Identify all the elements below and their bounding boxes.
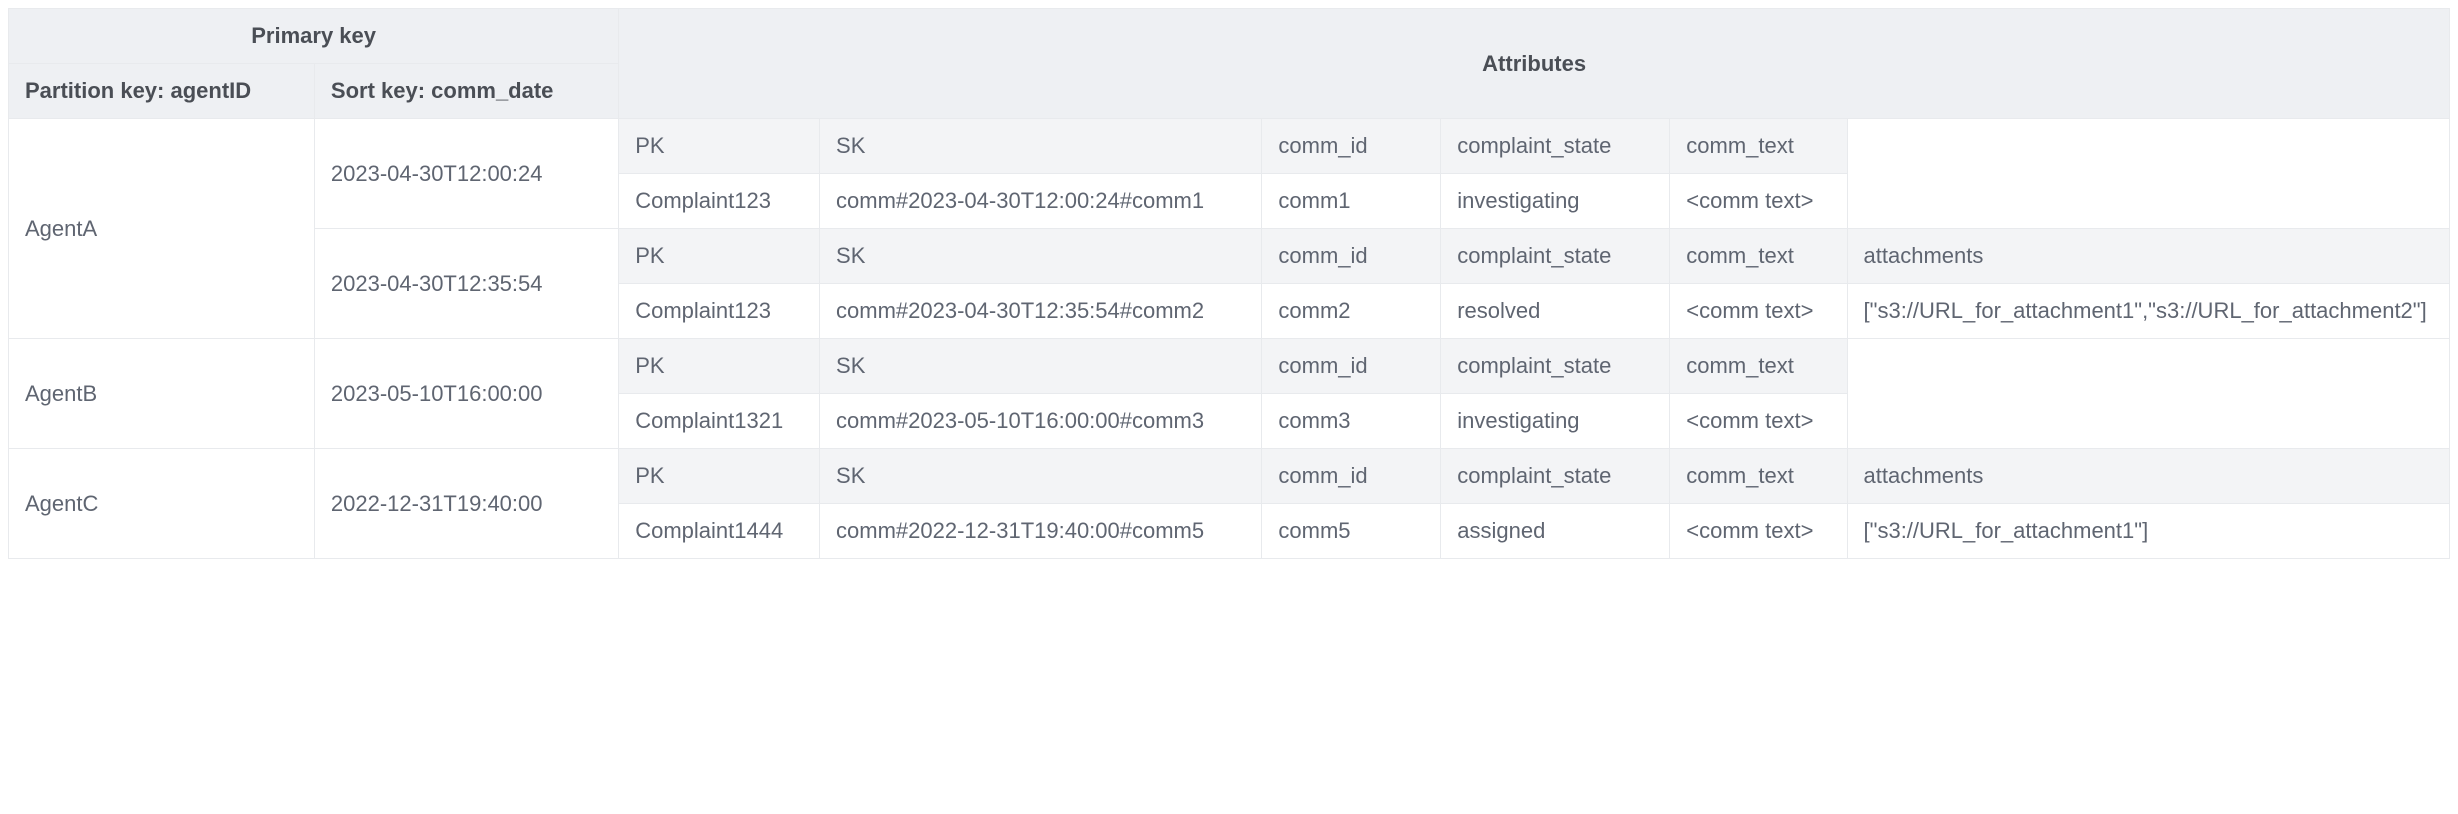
attr-attachments-empty [1847,119,2449,229]
attr-complaint-state: investigating [1441,174,1670,229]
attr-label-comm-text: comm_text [1670,229,1847,284]
attr-sk: comm#2022-12-31T19:40:00#comm5 [820,504,1262,559]
attr-label-sk: SK [820,229,1262,284]
sort-cell: 2023-05-10T16:00:00 [314,339,618,449]
table-row: AgentB 2023-05-10T16:00:00 PK SK comm_id… [9,339,2450,394]
attr-attachments: ["s3://URL_for_attachment1","s3://URL_fo… [1847,284,2449,339]
partition-cell: AgentC [9,449,315,559]
header-primary-key: Primary key [9,9,619,64]
attr-label-attachments: attachments [1847,449,2449,504]
attr-pk: Complaint123 [619,174,820,229]
header-attributes: Attributes [619,9,2450,119]
attr-label-pk: PK [619,119,820,174]
attr-label-comm-id: comm_id [1262,339,1441,394]
header-partition-key: Partition key: agentID [9,64,315,119]
attr-attachments: ["s3://URL_for_attachment1"] [1847,504,2449,559]
header-sort-key: Sort key: comm_date [314,64,618,119]
attr-comm-id: comm3 [1262,394,1441,449]
attr-complaint-state: investigating [1441,394,1670,449]
attr-complaint-state: assigned [1441,504,1670,559]
attr-complaint-state: resolved [1441,284,1670,339]
attr-comm-text: <comm text> [1670,394,1847,449]
attr-label-comm-text: comm_text [1670,449,1847,504]
attr-comm-id: comm1 [1262,174,1441,229]
table-row: AgentC 2022-12-31T19:40:00 PK SK comm_id… [9,449,2450,504]
attr-pk: Complaint123 [619,284,820,339]
attr-label-comm-text: comm_text [1670,119,1847,174]
partition-cell: AgentA [9,119,315,339]
sort-cell: 2022-12-31T19:40:00 [314,449,618,559]
attr-label-sk: SK [820,339,1262,394]
attr-label-comm-id: comm_id [1262,449,1441,504]
attr-pk: Complaint1444 [619,504,820,559]
attr-label-comm-text: comm_text [1670,339,1847,394]
attr-pk: Complaint1321 [619,394,820,449]
sort-cell: 2023-04-30T12:00:24 [314,119,618,229]
attr-comm-text: <comm text> [1670,284,1847,339]
attr-label-complaint-state: complaint_state [1441,449,1670,504]
header-row-1: Primary key Attributes [9,9,2450,64]
attr-label-comm-id: comm_id [1262,119,1441,174]
attr-comm-id: comm5 [1262,504,1441,559]
partition-cell: AgentB [9,339,315,449]
attr-attachments-empty [1847,339,2449,449]
attr-label-sk: SK [820,119,1262,174]
attr-label-attachments: attachments [1847,229,2449,284]
attr-sk: comm#2023-04-30T12:35:54#comm2 [820,284,1262,339]
attr-sk: comm#2023-04-30T12:00:24#comm1 [820,174,1262,229]
attr-label-complaint-state: complaint_state [1441,229,1670,284]
attr-comm-text: <comm text> [1670,174,1847,229]
attr-label-complaint-state: complaint_state [1441,339,1670,394]
attr-sk: comm#2023-05-10T16:00:00#comm3 [820,394,1262,449]
attr-comm-text: <comm text> [1670,504,1847,559]
sort-cell: 2023-04-30T12:35:54 [314,229,618,339]
attr-label-complaint-state: complaint_state [1441,119,1670,174]
attr-label-sk: SK [820,449,1262,504]
table-row: AgentA 2023-04-30T12:00:24 PK SK comm_id… [9,119,2450,174]
attr-comm-id: comm2 [1262,284,1441,339]
attr-label-pk: PK [619,449,820,504]
table-row: 2023-04-30T12:35:54 PK SK comm_id compla… [9,229,2450,284]
attr-label-comm-id: comm_id [1262,229,1441,284]
dynamodb-schema-table: Primary key Attributes Partition key: ag… [8,8,2450,559]
attr-label-pk: PK [619,229,820,284]
attr-label-pk: PK [619,339,820,394]
